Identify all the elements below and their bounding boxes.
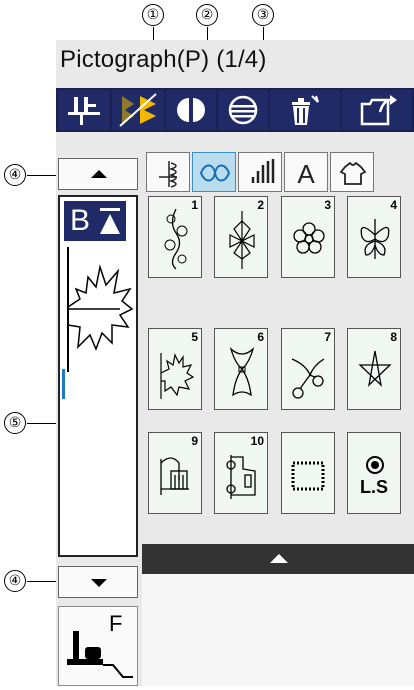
floral-vine-icon bbox=[164, 208, 188, 270]
presser-foot-button[interactable] bbox=[58, 90, 110, 130]
triple-stitch-icon bbox=[228, 95, 258, 125]
down-arrow-icon bbox=[91, 579, 107, 587]
callout-4-top: ④ bbox=[4, 164, 26, 186]
back-to-top-button[interactable]: B bbox=[64, 201, 126, 241]
utility-stitch-icon bbox=[159, 161, 177, 188]
pattern-tile-5[interactable]: 5 bbox=[148, 328, 202, 410]
back-to-top-label: B bbox=[70, 204, 91, 237]
stitch-preview bbox=[58, 195, 138, 557]
pattern-tile-9[interactable]: 9 bbox=[148, 432, 202, 514]
house-icon bbox=[160, 457, 189, 495]
info-bar[interactable] bbox=[142, 544, 414, 574]
maple-leaf-preview-icon bbox=[62, 247, 134, 399]
pattern-tile-6[interactable]: 6 bbox=[214, 328, 268, 410]
foot-label: F bbox=[109, 611, 123, 636]
callout-5: ⑤ bbox=[4, 412, 26, 434]
page-title: Pictograph(P) (1/4) bbox=[60, 46, 267, 73]
pattern-tile-3[interactable]: 3 bbox=[281, 196, 335, 278]
callout-1: ① bbox=[142, 4, 164, 26]
save-file-icon bbox=[360, 95, 397, 126]
pattern-tile-12[interactable]: L.S bbox=[347, 432, 401, 514]
car-icon bbox=[226, 455, 256, 499]
pattern-tile-8[interactable]: 8 bbox=[347, 328, 401, 410]
pattern-tile-11[interactable] bbox=[281, 432, 335, 514]
dotted-square-icon bbox=[291, 461, 325, 491]
callout-3: ③ bbox=[252, 4, 274, 26]
presser-foot-f-icon bbox=[67, 631, 133, 678]
top-arrow-icon bbox=[100, 208, 120, 234]
category-garment[interactable] bbox=[330, 152, 374, 192]
butterfly-icon bbox=[360, 219, 390, 259]
save-file-button[interactable] bbox=[342, 90, 412, 130]
callout-2: ② bbox=[196, 4, 218, 26]
scroll-up-button[interactable] bbox=[58, 158, 138, 190]
scroll-down-button[interactable] bbox=[58, 566, 138, 598]
presser-foot-icon bbox=[68, 97, 100, 125]
category-letters[interactable]: A bbox=[284, 152, 328, 192]
snowflake-flower-icon bbox=[229, 211, 255, 269]
locking-stitch-icon bbox=[366, 456, 384, 474]
elongation-icon bbox=[119, 93, 157, 127]
mirror-image-icon bbox=[177, 95, 205, 125]
triple-stitch-button[interactable] bbox=[218, 90, 268, 130]
maple-leaf-icon bbox=[160, 353, 195, 399]
mirror-image-button[interactable] bbox=[166, 90, 216, 130]
shirt-icon bbox=[339, 161, 367, 185]
leader-5 bbox=[27, 423, 59, 424]
pattern-tile-4[interactable]: 4 bbox=[347, 196, 401, 278]
star-icon bbox=[358, 350, 392, 387]
flower-icon bbox=[293, 222, 325, 254]
category-satin[interactable] bbox=[238, 152, 282, 192]
presser-foot-indicator: F bbox=[58, 606, 138, 686]
category-utility[interactable] bbox=[146, 152, 190, 192]
satin-stitch-icon bbox=[251, 159, 275, 183]
cherries-icon bbox=[291, 358, 325, 399]
decorative-stitch-icon bbox=[199, 164, 231, 182]
pattern-tile-7[interactable]: 7 bbox=[281, 328, 335, 410]
category-decorative[interactable] bbox=[192, 152, 236, 192]
pattern-tile-1[interactable]: 1 bbox=[148, 196, 202, 278]
leader-4-top bbox=[27, 175, 59, 176]
expand-arrow-icon bbox=[270, 554, 288, 563]
up-arrow-icon bbox=[91, 170, 107, 178]
leader-4-bottom bbox=[27, 581, 59, 582]
elongation-button[interactable] bbox=[112, 90, 164, 130]
delete-icon bbox=[292, 95, 319, 125]
bow-icon bbox=[229, 346, 255, 397]
letters-label: A bbox=[297, 159, 315, 189]
pattern-tile-2[interactable]: 2 bbox=[214, 196, 268, 278]
pattern-tile-10[interactable]: 10 bbox=[214, 432, 268, 514]
delete-button[interactable] bbox=[270, 90, 340, 130]
callout-4-bottom: ④ bbox=[4, 570, 26, 592]
info-panel bbox=[142, 574, 414, 686]
locking-stitch-label: L.S bbox=[359, 477, 388, 497]
